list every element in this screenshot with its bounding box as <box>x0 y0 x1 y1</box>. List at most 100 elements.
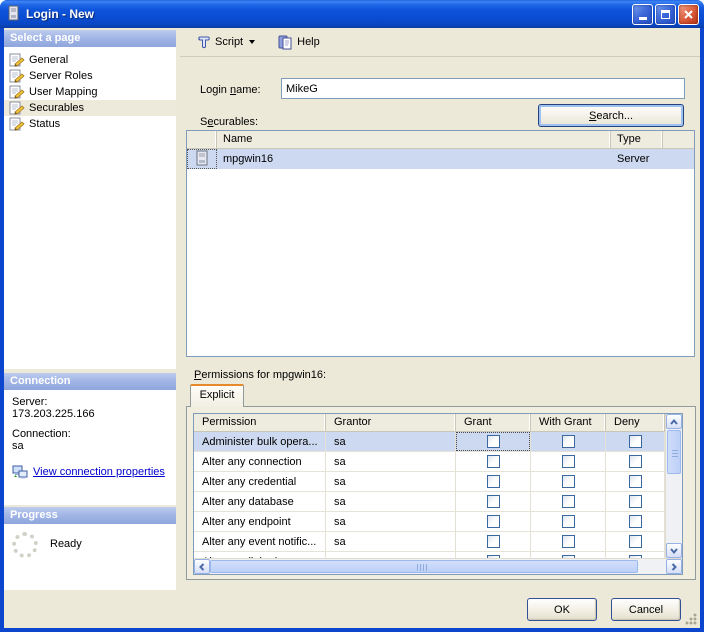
securables-table: Name Type mpgwin16 Server <box>186 130 695 357</box>
sidebar-page-item[interactable]: Server Roles <box>4 68 176 84</box>
deny-checkbox[interactable] <box>629 515 642 528</box>
close-icon <box>683 9 694 20</box>
sidebar-page-item[interactable]: Status <box>4 116 176 132</box>
resize-grip[interactable] <box>685 613 697 625</box>
deny-cell <box>606 532 665 551</box>
permissions-label: Permissions for mpgwin16: <box>194 369 326 381</box>
sidebar-page-item[interactable]: Securables <box>4 100 176 116</box>
with-grant-checkbox[interactable] <box>562 515 575 528</box>
connection-panel: Server: 173.203.225.166 Connection: sa V… <box>4 390 176 505</box>
with-grant-checkbox[interactable] <box>562 535 575 548</box>
deny-checkbox[interactable] <box>629 535 642 548</box>
script-label: Script <box>215 36 243 48</box>
with-grant-checkbox[interactable] <box>562 495 575 508</box>
scroll-down-button[interactable] <box>666 543 682 558</box>
script-dropdown-icon <box>249 40 255 44</box>
permission-row[interactable]: Alter any credential sa <box>194 472 665 492</box>
horizontal-scrollbar[interactable] <box>194 558 682 574</box>
with-grant-cell <box>531 472 606 491</box>
grant-checkbox[interactable] <box>487 535 500 548</box>
permission-row[interactable]: Alter any event notific... sa <box>194 532 665 552</box>
progress-spinner-icon <box>12 532 38 558</box>
dialog-body: Select a page General Server <box>4 28 700 628</box>
grant-column-header: Grant <box>456 414 531 431</box>
deny-checkbox[interactable] <box>629 435 642 448</box>
deny-checkbox[interactable] <box>629 455 642 468</box>
with-grant-cell <box>531 492 606 511</box>
page-item-label: Server Roles <box>29 70 93 82</box>
deny-checkbox[interactable] <box>629 475 642 488</box>
permission-row[interactable]: Alter any endpoint sa <box>194 512 665 532</box>
permission-row[interactable]: Alter any database sa <box>194 492 665 512</box>
page-icon <box>9 116 25 132</box>
securables-icon-column-header <box>187 131 217 148</box>
script-icon <box>195 34 211 50</box>
grantor-cell: sa <box>326 472 456 491</box>
grant-cell <box>456 472 531 491</box>
vertical-scrollbar[interactable] <box>665 414 682 558</box>
with-grant-cell <box>531 512 606 531</box>
grantor-column-header: Grantor <box>326 414 456 431</box>
tab-explicit[interactable]: Explicit <box>190 384 244 407</box>
progress-panel: Ready <box>4 524 176 590</box>
securables-name-column-header: Name <box>217 131 611 148</box>
permissions-tab-panel: Permission Grantor Grant With Grant Deny <box>186 406 696 580</box>
connection-value: sa <box>12 440 172 452</box>
grantor-cell: sa <box>326 432 456 451</box>
grant-cell <box>456 432 531 451</box>
scroll-right-button[interactable] <box>666 559 682 574</box>
close-button[interactable] <box>678 4 699 25</box>
permission-name-cell: Alter any connection <box>194 452 326 471</box>
grant-checkbox[interactable] <box>487 455 500 468</box>
grant-cell <box>456 512 531 531</box>
scroll-up-button[interactable] <box>666 414 682 429</box>
server-label: Server: <box>12 396 172 408</box>
permission-row[interactable]: Administer bulk opera... sa <box>194 432 665 452</box>
page-icon <box>9 68 25 84</box>
grant-cell <box>456 452 531 471</box>
login-name-input[interactable] <box>281 78 685 99</box>
with-grant-checkbox[interactable] <box>562 455 575 468</box>
deny-checkbox[interactable] <box>629 495 642 508</box>
permission-row[interactable]: Alter any connection sa <box>194 452 665 472</box>
login-name-label: Login name: <box>200 84 261 96</box>
ok-button[interactable]: OK <box>527 598 597 621</box>
with-grant-checkbox[interactable] <box>562 435 575 448</box>
cancel-button[interactable]: Cancel <box>611 598 681 621</box>
grant-checkbox[interactable] <box>487 435 500 448</box>
grantor-cell: sa <box>326 512 456 531</box>
grant-cell <box>456 492 531 511</box>
securables-label: Securables: <box>200 116 258 128</box>
securable-type: Server <box>611 153 663 165</box>
permissions-rows: Administer bulk opera... sa Alter any co… <box>194 432 665 558</box>
toolbar: Script Help <box>180 28 700 57</box>
with-grant-checkbox[interactable] <box>562 475 575 488</box>
window-title: Login - New <box>26 7 630 21</box>
grantor-cell: sa <box>326 492 456 511</box>
scroll-left-button[interactable] <box>194 559 210 574</box>
script-button[interactable]: Script <box>190 31 260 53</box>
grant-checkbox[interactable] <box>487 475 500 488</box>
page-icon <box>9 100 25 116</box>
grant-checkbox[interactable] <box>487 495 500 508</box>
select-a-page-header: Select a page <box>4 30 176 47</box>
sidebar-page-item[interactable]: General <box>4 52 176 68</box>
securables-row[interactable]: mpgwin16 Server <box>187 149 694 169</box>
chevron-left-icon <box>198 562 206 572</box>
page-item-label: Status <box>29 118 60 130</box>
view-connection-properties-link[interactable]: View connection properties <box>33 466 165 478</box>
deny-cell <box>606 492 665 511</box>
minimize-icon <box>639 17 647 20</box>
help-label: Help <box>297 36 320 48</box>
grant-checkbox[interactable] <box>487 515 500 528</box>
page-item-label: User Mapping <box>29 86 97 98</box>
search-button[interactable]: Search... <box>538 104 684 127</box>
maximize-icon <box>661 10 670 19</box>
minimize-button[interactable] <box>632 4 653 25</box>
help-button[interactable]: Help <box>272 31 325 53</box>
maximize-button[interactable] <box>655 4 676 25</box>
page-icon <box>9 52 25 68</box>
sidebar-page-item[interactable]: User Mapping <box>4 84 176 100</box>
horizontal-scroll-thumb[interactable] <box>210 560 638 573</box>
vertical-scroll-thumb[interactable] <box>667 430 681 474</box>
